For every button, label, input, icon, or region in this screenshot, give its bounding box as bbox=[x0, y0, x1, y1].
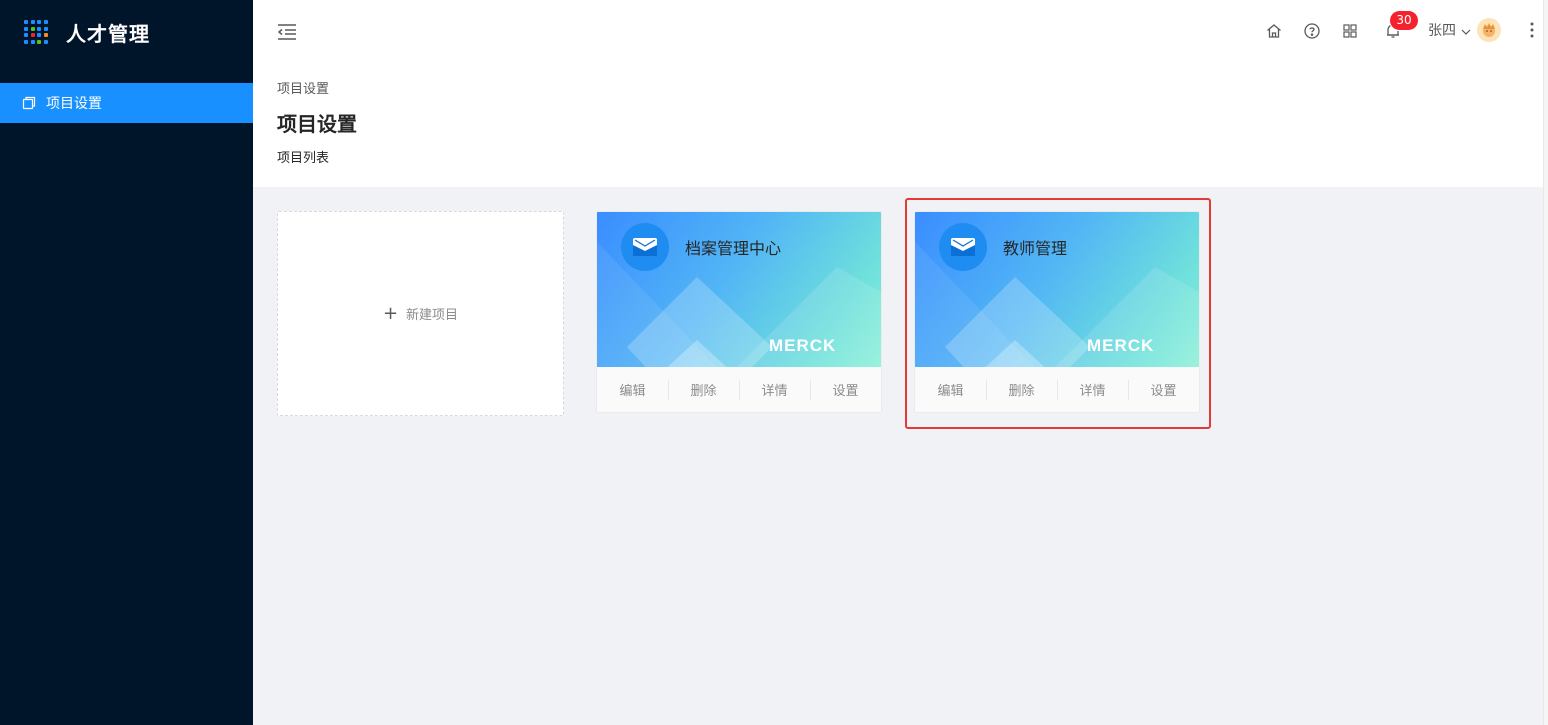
logo-dot bbox=[43, 20, 48, 25]
notification-badge: 30 bbox=[1390, 11, 1418, 30]
menu-fold-icon[interactable] bbox=[277, 22, 297, 42]
question-circle-icon[interactable] bbox=[1303, 22, 1321, 40]
chevron-down-icon bbox=[1461, 25, 1471, 35]
details-button[interactable]: 详情 bbox=[739, 380, 810, 400]
logo-dot bbox=[37, 33, 41, 38]
logo-dot bbox=[24, 39, 28, 44]
svg-text:MERCK: MERCK bbox=[769, 337, 836, 353]
avatar[interactable] bbox=[1477, 18, 1501, 42]
logo-dot bbox=[30, 33, 35, 38]
logo-dot bbox=[37, 20, 41, 25]
plus-icon: + bbox=[382, 302, 399, 324]
logo-dot bbox=[37, 39, 41, 44]
logo-dot bbox=[43, 26, 48, 31]
user-menu[interactable]: 张四 bbox=[1428, 18, 1501, 42]
project-cover-image: 档案管理中心 MERCK bbox=[597, 212, 881, 367]
new-project-label: 新建项目 bbox=[406, 308, 459, 323]
logo-dot bbox=[43, 33, 48, 38]
app-grid-icon bbox=[24, 20, 50, 44]
logo-dot bbox=[37, 26, 41, 31]
logo-dot bbox=[30, 26, 35, 31]
page-title: 项目设置 bbox=[277, 112, 357, 136]
merck-logo: MERCK bbox=[769, 337, 836, 353]
delete-button[interactable]: 删除 bbox=[668, 380, 739, 400]
logo-dot bbox=[24, 33, 28, 38]
sidebar-item-label: 项目设置 bbox=[46, 96, 102, 112]
app-title: 人才管理 bbox=[66, 21, 150, 46]
mail-icon bbox=[621, 223, 669, 271]
card-actions: 编辑 删除 详情 设置 bbox=[597, 367, 881, 412]
logo-dot bbox=[24, 26, 28, 31]
app-logo[interactable]: 人才管理 bbox=[0, 0, 253, 64]
logo-dot bbox=[43, 39, 48, 44]
logo-dot bbox=[30, 20, 35, 25]
logo-dot bbox=[24, 20, 28, 25]
breadcrumb[interactable]: 项目设置 bbox=[277, 78, 329, 97]
settings-button[interactable]: 设置 bbox=[810, 380, 881, 400]
sidebar: 人才管理 项目设置 bbox=[0, 0, 253, 725]
new-project-card[interactable]: + 新建项目 bbox=[277, 211, 564, 416]
selection-highlight bbox=[905, 198, 1211, 429]
edit-button[interactable]: 编辑 bbox=[597, 380, 668, 399]
page-subtitle: 项目列表 bbox=[277, 151, 330, 166]
project-card[interactable]: 档案管理中心 MERCK 编辑 删除 详情 设置 bbox=[596, 211, 882, 413]
appstore-icon[interactable] bbox=[1341, 22, 1359, 40]
page-header: 项目设置 项目设置 项目列表 bbox=[253, 64, 1543, 187]
copy-icon bbox=[22, 96, 36, 110]
logo-dot bbox=[30, 39, 35, 44]
user-name: 张四 bbox=[1428, 23, 1456, 39]
top-header: 30 张四 bbox=[253, 0, 1543, 64]
project-name: 档案管理中心 bbox=[685, 239, 782, 258]
scrollbar[interactable] bbox=[1543, 0, 1548, 725]
more-icon[interactable] bbox=[1529, 20, 1535, 40]
sidebar-item-project-settings[interactable]: 项目设置 bbox=[0, 83, 253, 123]
home-icon[interactable] bbox=[1265, 22, 1283, 40]
